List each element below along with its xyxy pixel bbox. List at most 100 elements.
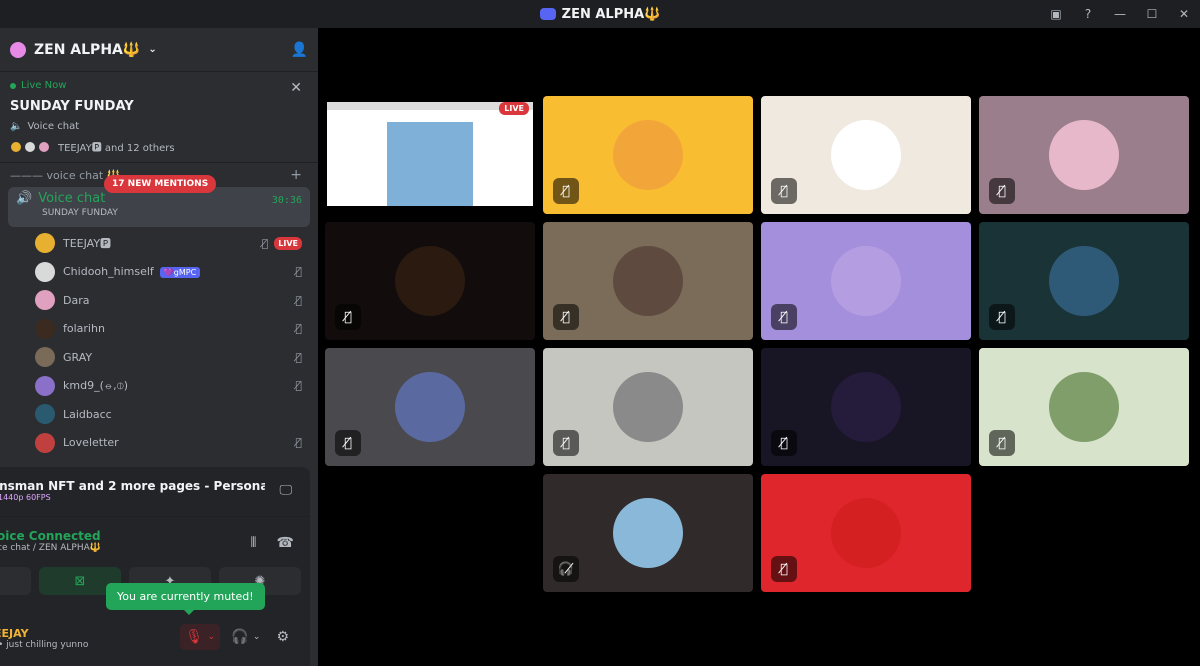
event-participants: TEEJAY🅿 and 12 others xyxy=(10,139,308,154)
voice-member[interactable]: Chidooh_himself 💜gMPC 🎙̸ xyxy=(0,258,318,287)
participant-tile[interactable]: 🎧̸ xyxy=(543,474,753,592)
close-window-button[interactable]: ✕ xyxy=(1168,7,1200,21)
participant-tile[interactable]: 🎙̸ xyxy=(325,348,535,466)
deafened-icon: 🎧̸ xyxy=(553,556,579,582)
avatar xyxy=(35,404,55,425)
help-icon[interactable]: ? xyxy=(1072,7,1104,21)
avatar xyxy=(1049,246,1119,316)
participant-tile[interactable]: 🎙̸ xyxy=(543,222,753,340)
mic-muted-icon: 🎙̸ xyxy=(295,436,302,450)
participant-tile[interactable]: 🎙̸ xyxy=(761,348,971,466)
screen-share-icon[interactable]: 🖵 xyxy=(279,483,292,498)
voice-member[interactable]: kmd9_(⦵,⦶) 🎙̸ xyxy=(0,372,318,401)
avatar xyxy=(35,318,55,339)
participant-tile[interactable]: 🎙̸ xyxy=(761,96,971,214)
chevron-down-icon: ⌄ xyxy=(207,632,215,642)
voice-member[interactable]: Laidbacc xyxy=(0,400,318,429)
maximize-button[interactable]: ☐ xyxy=(1136,7,1168,21)
participant-tile[interactable]: 🎙̸ xyxy=(761,474,971,592)
live-badge: LIVE xyxy=(499,102,529,115)
invite-people-icon[interactable]: 👤 xyxy=(291,42,308,58)
window-title: ZEN ALPHA🔱 xyxy=(539,7,660,22)
participant-tile[interactable]: 🎙̸ xyxy=(979,222,1189,340)
stream-tile[interactable]: LIVE xyxy=(325,96,535,214)
mic-muted-icon: 🎙̸ xyxy=(335,304,361,330)
mic-muted-icon: 🎙̸ xyxy=(989,178,1015,204)
disconnect-icon[interactable]: ☎ xyxy=(277,535,294,551)
member-name: Loveletter xyxy=(63,436,119,450)
close-icon[interactable]: ✕ xyxy=(290,80,302,96)
stream-status: insman NFT and 2 more pages - Personal -… xyxy=(0,467,310,517)
new-mentions-badge[interactable]: 17 NEW MENTIONS xyxy=(104,175,217,193)
mic-muted-icon: 🎙̸ xyxy=(295,379,302,393)
inbox-icon[interactable]: ▣ xyxy=(1040,7,1072,21)
voice-connection: oice Connected ce chat / ZEN ALPHA🔱 ⦀ ☎ xyxy=(0,517,310,567)
avatar xyxy=(10,140,22,153)
voice-member[interactable]: GRAY 🎙̸ xyxy=(0,343,318,372)
noise-suppression-icon[interactable]: ⦀ xyxy=(250,535,256,551)
mic-muted-icon: 🎙̸ xyxy=(771,304,797,330)
avatar xyxy=(831,246,901,316)
settings-button[interactable]: ⚙ xyxy=(271,624,294,650)
mic-muted-icon: 🎙̸ xyxy=(771,430,797,456)
avatar xyxy=(1049,372,1119,442)
voice-member[interactable]: Dara 🎙̸ xyxy=(0,286,318,315)
avatar xyxy=(35,375,55,396)
add-channel-icon[interactable]: + xyxy=(290,167,302,183)
camera-button[interactable] xyxy=(0,567,31,595)
mic-muted-icon: 🎙̸ xyxy=(295,293,302,307)
server-tag-badge: 💜gMPC xyxy=(159,267,201,279)
mic-muted-icon: 🎙̸ xyxy=(335,430,361,456)
headphones-icon: 🎧 xyxy=(231,629,249,645)
screen-share-preview xyxy=(327,102,533,206)
discord-logo-icon xyxy=(539,8,556,20)
chevron-down-icon: ⌄ xyxy=(252,632,261,642)
mic-muted-icon: 🎙̸ xyxy=(771,178,797,204)
live-event-card[interactable]: Live Now SUNDAY FUNDAY 🔈 Voice chat TEEJ… xyxy=(0,72,318,163)
deafen-button[interactable]: 🎧 ⌄ xyxy=(226,624,265,650)
avatar xyxy=(831,372,901,442)
user-name[interactable]: EEJAY xyxy=(0,627,88,640)
avatar xyxy=(38,140,50,153)
voice-member[interactable]: Loveletter 🎙̸ xyxy=(0,429,318,458)
voice-member[interactable]: TEEJAY🅿 🎙̸ LIVE xyxy=(0,229,318,258)
avatar xyxy=(613,120,683,190)
avatar xyxy=(35,432,55,453)
participant-tile[interactable]: 🎙̸ xyxy=(543,96,753,214)
mic-muted-icon: 🎙̸ xyxy=(989,304,1015,330)
mic-muted-icon: 🎙̸ xyxy=(553,178,579,204)
avatar xyxy=(24,140,36,153)
participant-tile[interactable]: 🎙̸ xyxy=(325,222,535,340)
server-header[interactable]: ZEN ALPHA🔱 ⌄ 👤 xyxy=(0,28,318,72)
voice-member[interactable]: folarihn 🎙̸ xyxy=(0,315,318,344)
participant-tile[interactable]: 🎙̸ xyxy=(761,222,971,340)
window-controls: ▣ ? — ☐ ✕ xyxy=(1040,0,1200,28)
screen-share-icon: ⊠ xyxy=(74,573,86,589)
server-name: ZEN ALPHA🔱 xyxy=(34,41,141,58)
stream-title: insman NFT and 2 more pages - Personal -… xyxy=(0,479,265,493)
avatar xyxy=(613,498,683,568)
muted-tooltip: You are currently muted! xyxy=(106,583,265,615)
live-dot-icon xyxy=(10,82,16,89)
participant-tile[interactable]: 🎙̸ xyxy=(979,348,1189,466)
mic-muted-icon: 🎙̸ xyxy=(553,430,579,456)
member-name: TEEJAY🅿 xyxy=(63,237,112,251)
server-icon xyxy=(10,41,26,58)
stream-resolution: 1440p 60FPS xyxy=(0,493,51,502)
live-badge: LIVE xyxy=(274,236,302,250)
user-status: • just chilling yunno xyxy=(0,639,89,650)
voice-channel-name: Voice chat xyxy=(38,191,106,206)
voice-channel-topic: SUNDAY FUNDAY xyxy=(42,208,118,218)
event-title: SUNDAY FUNDAY xyxy=(10,99,134,114)
member-name: GRAY xyxy=(63,350,93,364)
minimize-button[interactable]: — xyxy=(1104,7,1136,21)
mic-muted-icon: 🎙̸ xyxy=(295,322,302,336)
mic-muted-icon: 🎙̸ xyxy=(295,350,302,364)
mic-muted-icon: 🎙̸ xyxy=(295,265,302,279)
avatar xyxy=(613,246,683,316)
participant-tile[interactable]: 🎙̸ xyxy=(979,96,1189,214)
voice-channel[interactable]: 🔊 Voice chat SUNDAY FUNDAY 30:36 xyxy=(8,187,310,227)
mute-button[interactable]: 🎙 ⌄ xyxy=(180,624,220,650)
avatar xyxy=(1049,120,1119,190)
participant-tile[interactable]: 🎙̸ xyxy=(543,348,753,466)
